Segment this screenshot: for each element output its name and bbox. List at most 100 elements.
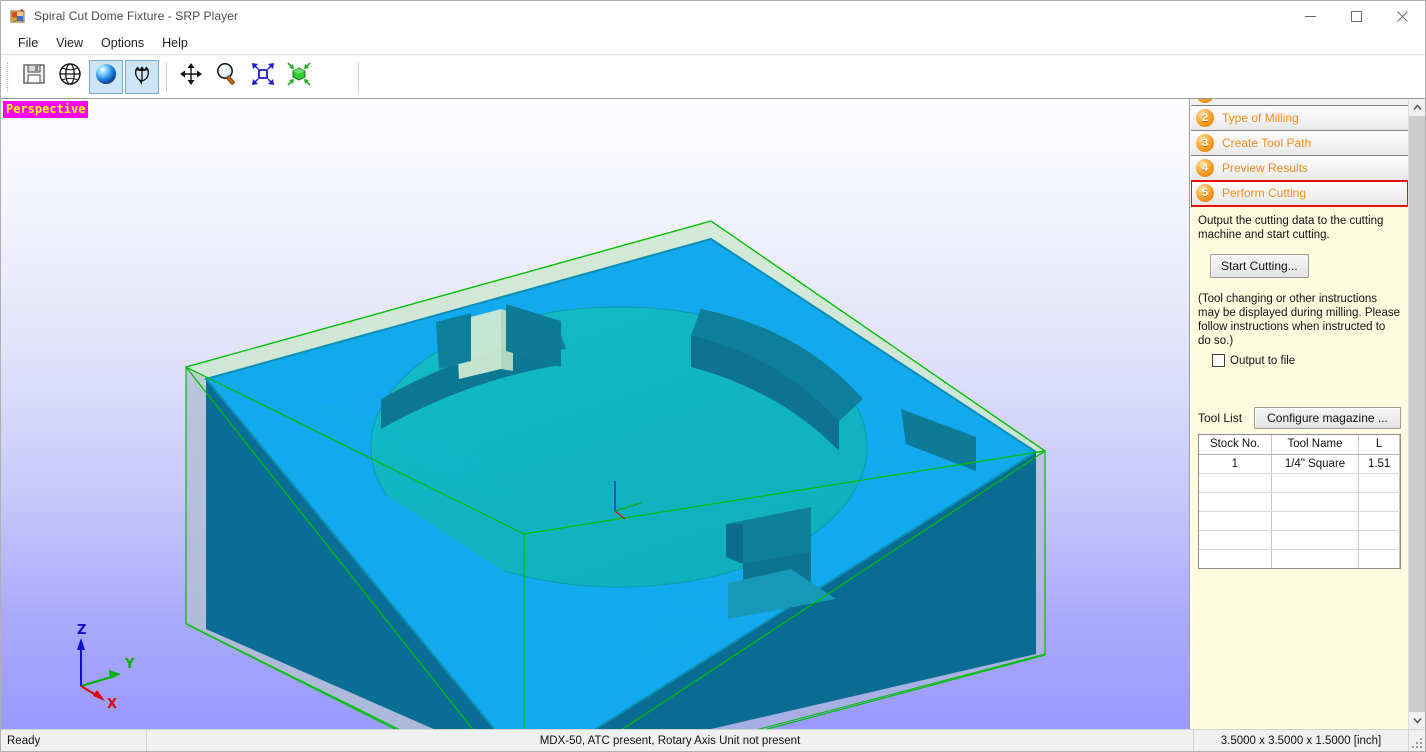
table-header-row: Stock No. Tool Name L: [1199, 435, 1400, 455]
fit-cube-icon: [286, 61, 312, 92]
axis-label-y: Y: [124, 657, 135, 672]
model-render: [184, 220, 1047, 729]
tool-list-table: Stock No. Tool Name L 1 1/4" Square 1.51: [1199, 435, 1400, 568]
step-item-clipped[interactable]: [1191, 99, 1408, 106]
table-row[interactable]: [1199, 473, 1400, 493]
rotate-arrows-icon: [129, 61, 155, 92]
column-header-l[interactable]: L: [1358, 435, 1400, 455]
status-ready: Ready: [1, 730, 147, 751]
toolbar-grip[interactable]: [7, 61, 11, 92]
status-dimensions: 3.5000 x 3.5000 x 1.5000 [inch]: [1194, 730, 1409, 751]
four-way-arrows-icon: [178, 61, 204, 92]
output-to-file-label: Output to file: [1230, 354, 1296, 367]
minimize-button[interactable]: [1287, 1, 1333, 31]
zoom-window-button[interactable]: [246, 60, 280, 94]
cell-l: [1358, 530, 1400, 550]
configure-magazine-button[interactable]: Configure magazine ...: [1254, 407, 1401, 429]
axis-label-x: X: [107, 697, 117, 711]
column-header-tool-name[interactable]: Tool Name: [1271, 435, 1360, 455]
cell-stock-no: [1199, 511, 1272, 531]
cell-stock-no: [1199, 549, 1272, 568]
status-machine-info: MDX-50, ATC present, Rotary Axis Unit no…: [147, 730, 1194, 751]
menu-options[interactable]: Options: [92, 34, 153, 52]
cell-l: [1358, 549, 1400, 568]
cell-stock-no: [1199, 492, 1272, 512]
tool-list-label: Tool List: [1198, 411, 1243, 425]
cell-l: [1358, 492, 1400, 512]
tool-list-grid[interactable]: Stock No. Tool Name L 1 1/4" Square 1.51: [1198, 434, 1401, 569]
step-label: Type of Milling: [1222, 111, 1299, 125]
table-row[interactable]: [1199, 530, 1400, 550]
cell-l: [1358, 473, 1400, 493]
floppy-disk-icon: [21, 61, 47, 92]
step-number-badge: 3: [1196, 134, 1214, 152]
pan-button[interactable]: [174, 60, 208, 94]
scrollbar-track[interactable]: [1409, 116, 1425, 712]
step-number-badge: 2: [1196, 109, 1214, 127]
cell-tool-name: 1/4" Square: [1271, 454, 1360, 474]
resize-grip-icon[interactable]: [1409, 730, 1425, 751]
table-row[interactable]: [1199, 492, 1400, 512]
wizard-panel: 2 Type of Milling 3 Create Tool Path 4 P…: [1190, 99, 1425, 729]
step-number-badge: 5: [1196, 184, 1214, 202]
rotate-button[interactable]: [125, 59, 159, 94]
step-number-badge: [1196, 99, 1214, 103]
cell-tool-name: [1271, 492, 1360, 512]
table-row[interactable]: [1199, 549, 1400, 568]
scrollbar-thumb[interactable]: [1409, 116, 1425, 712]
zoom-window-icon: [250, 61, 276, 92]
fit-view-button[interactable]: [282, 60, 316, 94]
output-to-file-checkbox[interactable]: [1212, 354, 1225, 367]
toolbar-separator-2: [358, 62, 359, 94]
cell-stock-no: 1: [1199, 454, 1272, 474]
cell-tool-name: [1271, 530, 1360, 550]
output-to-file-row[interactable]: Output to file: [1212, 354, 1401, 367]
milling-note-text: (Tool changing or other instructions may…: [1198, 293, 1400, 347]
column-header-stock-no[interactable]: Stock No.: [1199, 435, 1272, 455]
menu-help[interactable]: Help: [153, 34, 197, 52]
srp-player-window: Spiral Cut Dome Fixture - SRP Player Fil…: [0, 0, 1426, 752]
axis-gizmo: Z Y X: [53, 616, 173, 712]
step-item-preview-results[interactable]: 4 Preview Results: [1191, 156, 1408, 181]
toolbar-separator-1: [166, 61, 167, 92]
menu-file[interactable]: File: [9, 34, 47, 52]
shading-button[interactable]: [89, 59, 123, 94]
menu-view[interactable]: View: [47, 34, 92, 52]
title-bar: Spiral Cut Dome Fixture - SRP Player: [1, 1, 1425, 31]
viewport-3d[interactable]: Perspective Z Y X: [1, 99, 1190, 729]
save-button[interactable]: [17, 60, 51, 94]
perform-cutting-body: Output the cutting data to the cutting m…: [1191, 206, 1408, 729]
table-row[interactable]: [1199, 511, 1400, 531]
close-button[interactable]: [1379, 1, 1425, 31]
cell-tool-name: [1271, 511, 1360, 531]
cell-stock-no: [1199, 473, 1272, 493]
globe-button[interactable]: [53, 60, 87, 94]
step-label: Perform Cutting: [1222, 186, 1307, 200]
start-cutting-row: Start Cutting...: [1210, 254, 1401, 278]
maximize-button[interactable]: [1333, 1, 1379, 31]
window-controls: [1287, 1, 1425, 31]
menu-bar: File View Options Help: [1, 31, 1425, 54]
table-row[interactable]: 1 1/4" Square 1.51: [1199, 454, 1400, 474]
cell-tool-name: [1271, 549, 1360, 568]
magnifier-icon: [214, 61, 240, 92]
status-bar: Ready MDX-50, ATC present, Rotary Axis U…: [1, 729, 1425, 751]
panel-scrollbar[interactable]: [1408, 99, 1425, 729]
step-label: Create Tool Path: [1222, 136, 1312, 150]
scroll-up-button[interactable]: [1409, 99, 1425, 116]
window-title: Spiral Cut Dome Fixture - SRP Player: [34, 9, 239, 23]
step-item-create-tool-path[interactable]: 3 Create Tool Path: [1191, 131, 1408, 156]
toolbar: [1, 54, 1425, 99]
zoom-button[interactable]: [210, 60, 244, 94]
wizard-panel-inner: 2 Type of Milling 3 Create Tool Path 4 P…: [1190, 99, 1408, 729]
step-number-badge: 4: [1196, 159, 1214, 177]
main-content: Perspective Z Y X 2 Type of Milling 3 Cr…: [1, 99, 1425, 729]
cell-tool-name: [1271, 473, 1360, 493]
step-item-type-of-milling[interactable]: 2 Type of Milling: [1191, 106, 1408, 131]
start-cutting-button[interactable]: Start Cutting...: [1210, 254, 1309, 278]
scroll-down-button[interactable]: [1409, 712, 1425, 729]
projection-label: Perspective: [3, 101, 89, 118]
tool-list-header-row: Tool List Configure magazine ...: [1198, 407, 1401, 429]
cell-stock-no: [1199, 530, 1272, 550]
step-item-perform-cutting[interactable]: 5 Perform Cutting: [1191, 180, 1408, 207]
